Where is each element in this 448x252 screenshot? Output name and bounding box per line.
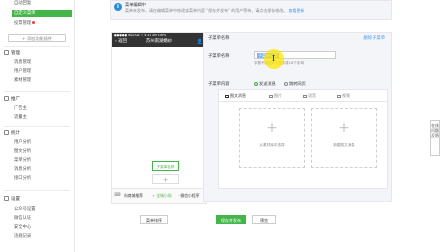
tab-video[interactable]: 视频 xyxy=(337,93,350,99)
divider xyxy=(4,190,70,191)
card-label: 从素材库中选择 xyxy=(259,143,285,147)
sidebar-item-user-analysis[interactable]: 用户分析 xyxy=(14,139,31,146)
add-plugin-button[interactable]: + 添加功能插件 xyxy=(8,34,66,42)
phone-title-bar: ‹ 返回 苏州南湖婚纱 👤 xyxy=(112,37,206,47)
sidebar-item-menu-analysis[interactable]: 菜单分析 xyxy=(14,157,31,164)
sidebar-section-promote[interactable]: 推广 xyxy=(4,96,20,104)
preview-button[interactable]: 预览 xyxy=(252,215,276,224)
sidebar-item-verification[interactable]: 微信认证 xyxy=(14,215,31,222)
tab-article[interactable]: 图文消息 xyxy=(225,93,246,99)
sidebar-item-account-settings[interactable]: 公众号设置 xyxy=(14,206,35,213)
sidebar-section-stats[interactable]: 统计 xyxy=(4,130,20,138)
sidebar-item-vote[interactable]: 投票管理 xyxy=(14,20,36,27)
plus-icon: + xyxy=(266,120,278,136)
radio-unchecked-icon xyxy=(284,82,288,86)
menu-item-3[interactable]: · 微信小程序 xyxy=(178,193,199,199)
article-icon xyxy=(225,94,229,98)
voice-icon xyxy=(303,94,307,98)
video-icon xyxy=(337,94,341,98)
delete-sub-menu-link[interactable]: 删除子菜单 xyxy=(364,35,385,41)
plus-icon: + xyxy=(338,120,350,136)
sub-menu-item[interactable]: 子菜单名称 xyxy=(152,161,179,171)
card-label: 新建图文消息 xyxy=(333,143,355,147)
select-from-library-card[interactable]: + 从素材库中选择 xyxy=(239,108,305,168)
phone-preview: ●●●●● WeChat ⌔ 9:41 AM 100% ‹ 返回 苏州南湖婚纱 … xyxy=(111,32,207,204)
menu-item-2[interactable]: + 全城小场 xyxy=(152,193,172,199)
radio-open-webpage[interactable]: 跳转网页 xyxy=(284,81,306,87)
sidebar-item-auto-reply[interactable]: 自动回复 xyxy=(14,0,31,7)
radio-send-message[interactable]: 发送消息 xyxy=(254,81,276,87)
message-type-tabs: 图文消息 图片 语音 视频 xyxy=(219,90,387,102)
tab-voice[interactable]: 语音 xyxy=(303,93,316,99)
divider xyxy=(4,91,70,92)
keyboard-icon[interactable]: ⌨ xyxy=(114,192,121,199)
sidebar-item-users[interactable]: 用户管理 xyxy=(14,68,31,75)
sidebar-section-settings[interactable]: 设置 xyxy=(4,196,20,204)
phone-title: 苏州南湖婚纱 xyxy=(145,39,173,44)
sidebar: 自动回复 自定义菜单 投票管理 + 添加功能插件 管理 消息管理 用户管理 素材… xyxy=(0,0,75,252)
save-publish-button[interactable]: 保存并发布 xyxy=(216,215,246,224)
sidebar-section-manage[interactable]: 管理 xyxy=(4,50,20,58)
message-content-panel: 图文消息 图片 语音 视频 + 从素材库中选择 + 新建图文消息 xyxy=(218,89,388,189)
banner-text: 菜单未发布，请在编辑菜单中修改该菜单内容 "保存并发布" 的用户等待，请点击保存… xyxy=(125,8,305,13)
divider xyxy=(4,126,70,127)
settings-icon xyxy=(4,196,9,201)
sidebar-item-api-analysis[interactable]: 接口分析 xyxy=(14,175,31,182)
divider xyxy=(4,46,70,47)
new-article-card[interactable]: + 新建图文消息 xyxy=(311,108,377,168)
menu-sort-button[interactable]: 菜单排序 xyxy=(140,215,168,224)
sidebar-item-article-analysis[interactable]: 图文分析 xyxy=(14,148,31,155)
sidebar-item-materials[interactable]: 素材管理 xyxy=(14,77,31,84)
sidebar-item-violations[interactable]: 违规记录 xyxy=(14,233,31,240)
phone-menu-bar: ⌨ 向商城推荐 + 全城小场 · 微信小程序 xyxy=(112,188,206,203)
image-icon xyxy=(269,94,273,98)
name-label: 子菜单名称 xyxy=(208,54,230,59)
promote-icon xyxy=(4,96,9,101)
new-badge-dot xyxy=(32,21,36,24)
stats-icon xyxy=(4,130,9,135)
content-label: 子菜单内容 xyxy=(208,82,230,87)
banner-link[interactable]: 查看更新 xyxy=(289,8,305,13)
menu-item-1[interactable]: 向商城推荐 xyxy=(124,193,143,199)
sidebar-item-message-analysis[interactable]: 消息分析 xyxy=(14,166,31,173)
sidebar-item-messages[interactable]: 消息管理 xyxy=(14,59,31,66)
sidebar-item-traffic[interactable]: 流量主 xyxy=(14,114,27,121)
add-sub-menu-button[interactable]: + xyxy=(152,174,179,184)
info-icon: i xyxy=(114,3,122,11)
text-cursor-icon: I xyxy=(272,54,276,63)
feedback-float-button[interactable]: 在线问题反馈 xyxy=(430,120,440,156)
radio-checked-icon xyxy=(254,82,258,86)
menu-editor-panel: 子菜单名称 删除子菜单 子菜单名称 子菜单名称 字数不超过8个汉字或16个字母 … xyxy=(203,32,392,202)
sidebar-item-security[interactable]: 安全中心 xyxy=(14,224,31,231)
sidebar-item-custom-menu[interactable]: 自定义菜单 xyxy=(12,10,72,17)
tab-image[interactable]: 图片 xyxy=(269,93,282,99)
manage-icon xyxy=(4,50,9,55)
info-banner: i 菜单编辑中 菜单未发布，请在编辑菜单中修改该菜单内容 "保存并发布" 的用户… xyxy=(110,0,392,20)
editor-header: 子菜单名称 xyxy=(208,36,230,41)
sidebar-item-advertiser[interactable]: 广告主 xyxy=(14,105,27,112)
